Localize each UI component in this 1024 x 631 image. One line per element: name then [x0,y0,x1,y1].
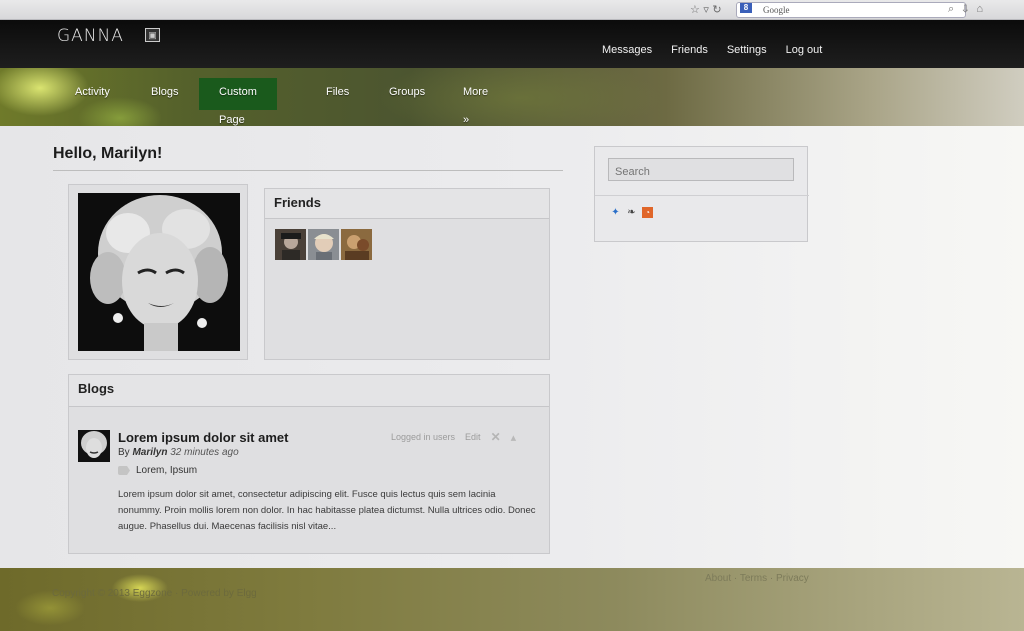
profile-avatar[interactable] [78,193,240,351]
nav-settings-link[interactable]: Settings [727,44,767,56]
blogs-widget-title: Blogs [69,375,549,407]
footer-copyright: Copyright © 2013 Eggzone · Powered by El… [52,588,257,599]
friends-widget: Friends [264,188,550,360]
sidebar-divider [595,195,809,196]
blog-tags-list[interactable]: Lorem, Ipsum [136,465,197,476]
nav-item-custom-page[interactable]: Custom Page [199,78,277,126]
title-divider [53,170,563,171]
tag-icon [118,466,130,475]
edit-link[interactable]: Edit [465,432,481,442]
sidebar-search-panel: ✦ ❧ ◔ [594,146,809,242]
friends-widget-title: Friends [265,189,549,219]
footer-terms-link[interactable]: Terms [740,573,767,584]
browser-toolbar: ☆ ▿ ↻ Google 8 ⌕⇩⌂ [0,0,1024,20]
search-engine-label: Google [763,5,790,15]
bookmark-star-icon[interactable]: ☆ ▿ ↻ [690,3,722,16]
browser-search-input[interactable]: Google [736,2,966,18]
main-content: Hello, Marilyn! Friends Search ✦ ❧ ◔ Blo… [0,126,1024,580]
pin-icon[interactable]: ✦ [610,207,621,218]
blog-post-tags: Lorem, Ipsum [118,465,197,476]
blog-post-title[interactable]: Lorem ipsum dolor sit amet [118,430,288,445]
blog-author-avatar[interactable] [78,430,110,462]
search-input[interactable] [608,158,794,181]
byline-prefix: By [118,447,130,458]
site-topbar: GANNA ▣ Messages Friends Settings Log ou… [0,20,1024,68]
blog-post-meta: Logged in users Edit ✕ ▴ [391,430,516,444]
nav-item-groups[interactable]: Groups [389,78,425,110]
browser-nav-icons[interactable]: ⌕⇩⌂ [948,3,991,16]
bird-icon[interactable]: ❧ [626,207,637,218]
profile-avatar-panel [68,184,248,360]
site-footer: Copyright © 2013 Eggzone · Powered by El… [0,568,1024,631]
blogs-widget: Blogs Lorem ipsum dolor sit amet By Mari… [68,374,550,554]
search-engine-icon[interactable]: 8 [740,3,752,13]
friend-avatar[interactable] [275,229,306,260]
social-icons: ✦ ❧ ◔ [610,207,653,218]
site-header: Activity Blogs Custom Page Files Groups … [0,68,1024,132]
nav-item-more[interactable]: More » [463,78,488,126]
nav-item-activity[interactable]: Activity [75,78,110,110]
nav-item-blogs[interactable]: Blogs [151,78,179,110]
nav-item-files[interactable]: Files [326,78,349,110]
delete-icon[interactable]: ✕ [491,430,501,444]
nav-messages-link[interactable]: Messages [602,44,652,56]
footer-links: About · Terms · Privacy [705,573,809,584]
rss-icon[interactable]: ◔ [642,207,653,218]
nav-friends-link[interactable]: Friends [671,44,708,56]
like-icon[interactable]: ▴ [511,431,517,444]
footer-privacy-link[interactable]: Privacy [776,573,809,584]
user-nav: Messages Friends Settings Log out [602,44,822,56]
friend-avatar[interactable] [341,229,372,260]
blog-post-time: 32 minutes ago [170,447,239,458]
page-title: Hello, Marilyn! [53,145,163,162]
site-logo[interactable]: GANNA [57,26,124,46]
elgg-icon[interactable]: ▣ [145,28,160,42]
friend-avatar[interactable] [308,229,339,260]
blog-author-link[interactable]: Marilyn [132,447,167,458]
blog-post-byline: By Marilyn 32 minutes ago [118,447,239,458]
footer-about-link[interactable]: About [705,573,731,584]
access-level: Logged in users [391,432,456,442]
blog-post-excerpt: Lorem ipsum dolor sit amet, consectetur … [118,489,536,532]
nav-logout-link[interactable]: Log out [786,44,823,56]
